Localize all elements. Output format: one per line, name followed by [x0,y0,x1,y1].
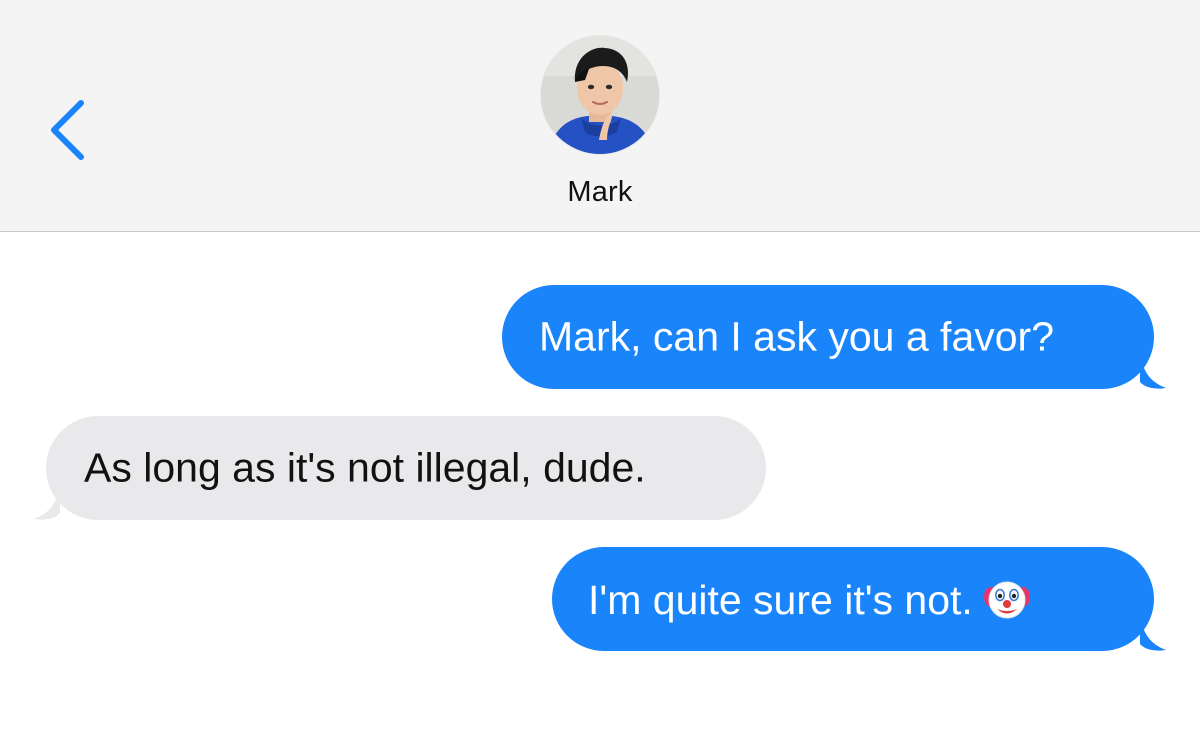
conversation-header: Mark [0,0,1200,232]
contact-name: Mark [567,176,633,208]
message-text: Mark, can I ask you a favor? [539,313,1055,360]
bubble-tail-icon [1140,356,1166,389]
message-list: Mark, can I ask you a favor? As long as … [0,232,1200,754]
contact-avatar[interactable] [541,36,659,154]
imessage-screen: Mark Mark, can I ask you a favor? As lon… [0,0,1200,754]
message-text: As long as it's not illegal, dude. [84,444,646,491]
message-bubble-sent[interactable]: I'm quite sure it's not. [552,547,1166,651]
contact-info[interactable]: Mark [0,36,1200,209]
bubble-tail-icon [34,487,60,520]
message-bubble-received[interactable]: As long as it's not illegal, dude. [34,416,766,520]
bubble-tail-icon [1140,618,1166,651]
message-content: I'm quite sure it's not. [588,575,1031,623]
clown-face-emoji [983,581,1030,619]
contact-avatar-photo [541,36,659,154]
message-bubble-sent[interactable]: Mark, can I ask you a favor? [502,285,1166,389]
message-text: I'm quite sure it's not. [588,577,973,623]
